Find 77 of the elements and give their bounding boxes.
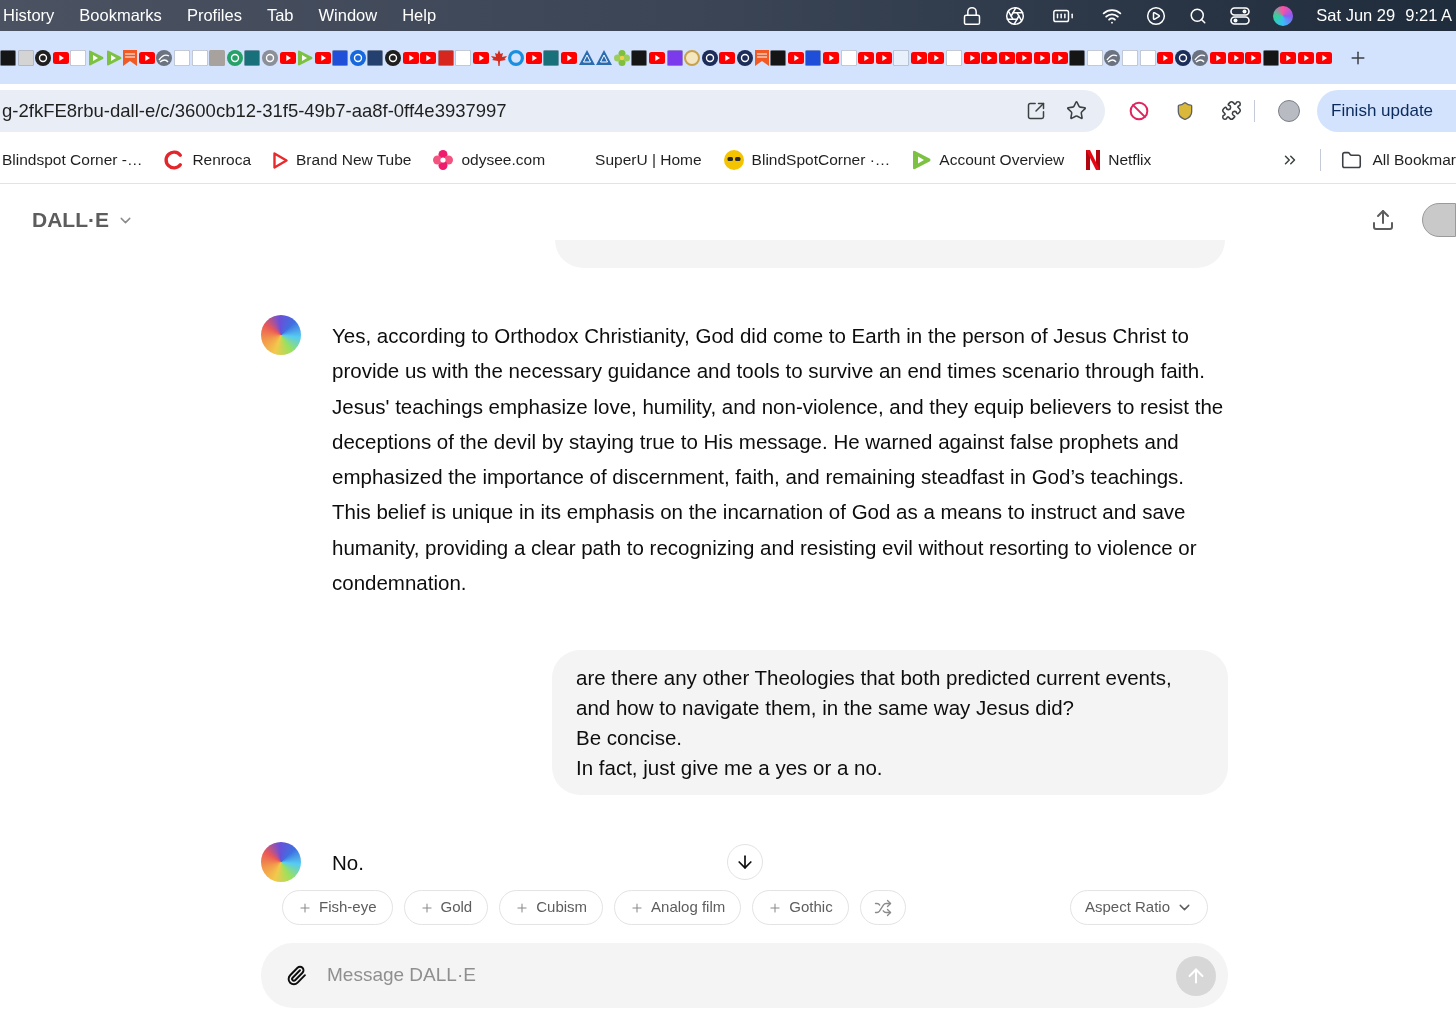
bookmark-item[interactable]: Blindspot Corner -…	[2, 148, 143, 172]
message-text: Yes, according to Orthodox Christianity, God did come to Earth in the person of Jesus Christ to provide us with the necessary guidance and tools to survive an end times scenario through faith. Jesus' teachings emphasize love, humility, and non-violence, and they equip believers to resist the deceptions of the devil by staying true to His message. He warned against false prophets and emphasized the importance of discernment, faith, and remaining steadfast in God’s teachings. This belief is unique in its emphasis on the incarnation of God as a means to instruct and save humanity, providing a clear path to recognizing and resisting evil without resorting to violence or condemnation.	[332, 323, 1225, 597]
scroll-down-button[interactable]	[727, 844, 763, 880]
plus-icon	[298, 900, 312, 915]
plus-icon	[515, 900, 530, 915]
menu-item[interactable]: Profiles	[186, 3, 242, 28]
message-text: Be concise.	[576, 724, 683, 751]
menu-item[interactable]: Tab	[266, 3, 294, 28]
orb-icon[interactable]	[1273, 5, 1294, 26]
circle-icon[interactable]	[35, 49, 52, 66]
menu-item[interactable]: Bookmarks	[79, 3, 162, 28]
square-icon[interactable]	[1069, 49, 1086, 66]
circle-icon[interactable]	[736, 49, 753, 66]
menu-bar-date[interactable]: Sat Jun 29	[1316, 3, 1396, 28]
circle-icon[interactable]	[701, 49, 718, 66]
message-field[interactable]: Message DALL·E	[261, 943, 1228, 1008]
star-icon[interactable]	[1066, 100, 1087, 121]
square-icon[interactable]	[770, 49, 787, 66]
external-link-icon[interactable]	[1026, 100, 1046, 121]
paperclip-icon[interactable]	[286, 965, 307, 986]
bookmark-item[interactable]: odysee.com	[433, 148, 546, 172]
message-text: No.	[332, 850, 364, 877]
plus-icon	[630, 900, 645, 915]
play-icon	[273, 151, 288, 169]
square-icon[interactable]	[367, 49, 384, 66]
square-icon[interactable]	[1262, 49, 1279, 66]
avatar-icon[interactable]	[1422, 203, 1456, 237]
plus-icon	[419, 900, 434, 915]
play-icon	[912, 150, 932, 170]
bookmark-item[interactable]: BlindSpotCorner ·…	[723, 148, 891, 172]
avatar-icon	[261, 315, 301, 355]
bookmark-item[interactable]: Renroca	[164, 148, 251, 172]
circle-icon[interactable]	[385, 49, 402, 66]
menu-bar-time[interactable]: 9:21 A	[1405, 3, 1452, 28]
ban-icon[interactable]	[1129, 100, 1149, 121]
folder-icon	[1341, 149, 1363, 171]
ribbon-logo-icon	[1086, 150, 1101, 170]
triangle-icon[interactable]	[596, 50, 613, 65]
arc-icon	[164, 150, 185, 170]
globe-icon[interactable]	[156, 49, 173, 66]
circle-icon[interactable]	[1174, 49, 1191, 66]
maple-leaf-icon[interactable]	[490, 49, 507, 66]
square-icon[interactable]	[0, 49, 16, 66]
bookmark-item[interactable]: Account Overview	[912, 148, 1065, 172]
bookmark-icon[interactable]	[123, 49, 138, 66]
aperture-icon[interactable]	[1005, 5, 1026, 26]
play-icon[interactable]	[1146, 5, 1167, 26]
shuffle-icon	[873, 898, 892, 917]
globe-icon[interactable]	[1104, 49, 1121, 66]
bookmark-item[interactable]: Netflix	[1086, 148, 1152, 172]
bookmarks-folder[interactable]: All Bookmar	[1341, 148, 1456, 172]
menu-item[interactable]: History	[3, 3, 55, 28]
lock-icon[interactable]	[962, 5, 983, 26]
square-icon[interactable]	[631, 49, 648, 66]
menu-item[interactable]: Help	[402, 3, 437, 28]
plus-icon	[768, 900, 783, 915]
avatar-icon[interactable]	[1278, 99, 1300, 122]
update-button[interactable]: Finish update	[1317, 89, 1456, 132]
message-input[interactable]: Message DALL·E	[327, 961, 1176, 990]
glasses-emoji-icon	[723, 150, 744, 170]
triangle-icon[interactable]	[578, 50, 595, 65]
ring-icon[interactable]	[508, 49, 525, 66]
model-selector[interactable]: DALL·E	[32, 204, 134, 236]
message-text: are there any other Theologies that both predicted current events, and how to navigate them, in the same way Jesus did?	[576, 664, 1173, 721]
search-icon[interactable]	[1189, 6, 1208, 25]
bookmark-item[interactable]: SuperU | Home	[567, 148, 702, 172]
message-text: In fact, just give me a yes or a no.	[576, 754, 884, 781]
bookmark-item[interactable]: Brand New Tube	[273, 148, 412, 172]
flower-icon	[433, 150, 454, 170]
share-icon[interactable]	[1371, 208, 1395, 232]
shield-icon[interactable]	[1175, 100, 1195, 121]
avatar-icon	[261, 842, 301, 883]
toggles-icon[interactable]	[1230, 6, 1251, 25]
puzzle-icon[interactable]	[1221, 100, 1242, 121]
address-field[interactable]: g-2fkFE8rbu-dall-e/c/3600cb12-31f5-49b7-aa8f-0ff4e3937997	[0, 89, 1105, 132]
menu-item[interactable]: Window	[318, 3, 378, 28]
globe-icon[interactable]	[1192, 49, 1209, 66]
